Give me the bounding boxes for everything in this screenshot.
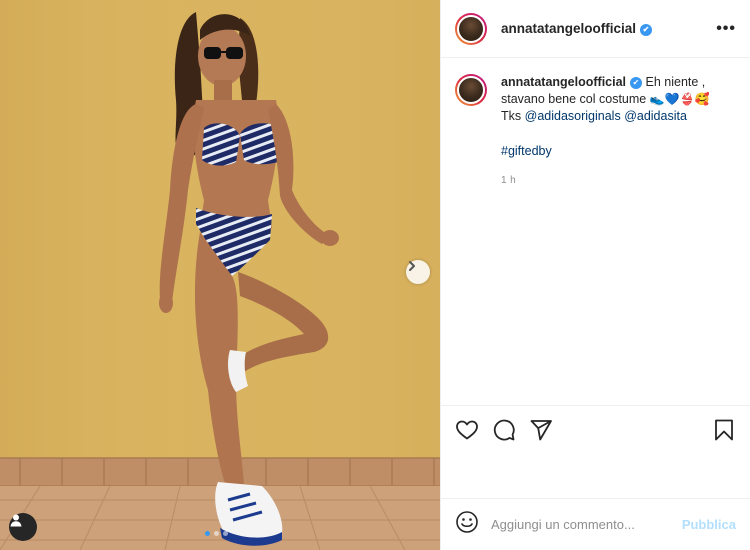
comment-icon [493, 419, 515, 440]
tagged-users-button[interactable] [9, 513, 37, 541]
avatar[interactable] [455, 12, 487, 45]
more-options-icon[interactable]: ••• [716, 20, 736, 38]
comment-button[interactable] [490, 416, 518, 444]
caption-username[interactable]: annatatangeloofficial [501, 75, 626, 89]
save-button[interactable] [710, 416, 738, 444]
carousel-indicator [205, 531, 228, 536]
caption-block: annatatangeloofficial ✔ Eh niente , stava… [455, 74, 740, 189]
emoji-icon [456, 511, 478, 533]
username-text[interactable]: annatatangeloofficial [501, 21, 636, 36]
post-header: annatatangeloofficial ✔ ••• [441, 0, 750, 58]
carousel-dot [214, 531, 219, 536]
photo-illustration [0, 0, 440, 550]
carousel-dot-active [205, 531, 210, 536]
mention-link[interactable]: @adidasita [624, 109, 687, 123]
caption-line3-prefix: Tks [501, 109, 522, 123]
share-button[interactable] [527, 416, 555, 444]
post-photo[interactable] [0, 0, 440, 550]
publish-button[interactable]: Pubblica [682, 517, 736, 532]
comment-input[interactable] [491, 517, 676, 532]
comment-composer: Pubblica [441, 498, 750, 550]
post-timestamp[interactable]: 1 h [501, 172, 737, 189]
verified-icon: ✔ [640, 23, 653, 36]
action-bar [441, 405, 750, 453]
header-username[interactable]: annatatangeloofficial ✔ [501, 21, 653, 36]
verified-icon: ✔ [630, 76, 643, 89]
post-detail-panel: annatatangeloofficial ✔ ••• annatatangelo… [440, 0, 750, 550]
avatar[interactable] [455, 74, 487, 106]
share-icon [530, 419, 552, 440]
carousel-dot [223, 531, 228, 536]
bookmark-icon [715, 419, 733, 440]
carousel-next-button[interactable] [406, 260, 430, 284]
mention-link[interactable]: @adidasoriginals [525, 109, 621, 123]
emoji-picker-button[interactable] [455, 510, 479, 539]
like-button[interactable] [453, 416, 481, 444]
caption-line2: stavano bene col costume [501, 92, 647, 106]
caption-text: annatatangeloofficial ✔ Eh niente , stava… [501, 74, 737, 189]
caption-line1: Eh niente , [645, 75, 706, 89]
hashtag-link[interactable]: #giftedby [501, 143, 737, 160]
chevron-right-icon [409, 261, 415, 271]
heart-icon [456, 420, 478, 439]
caption-emoji: 👟💙👙🥰 [649, 92, 710, 106]
user-tag-icon [10, 514, 22, 527]
